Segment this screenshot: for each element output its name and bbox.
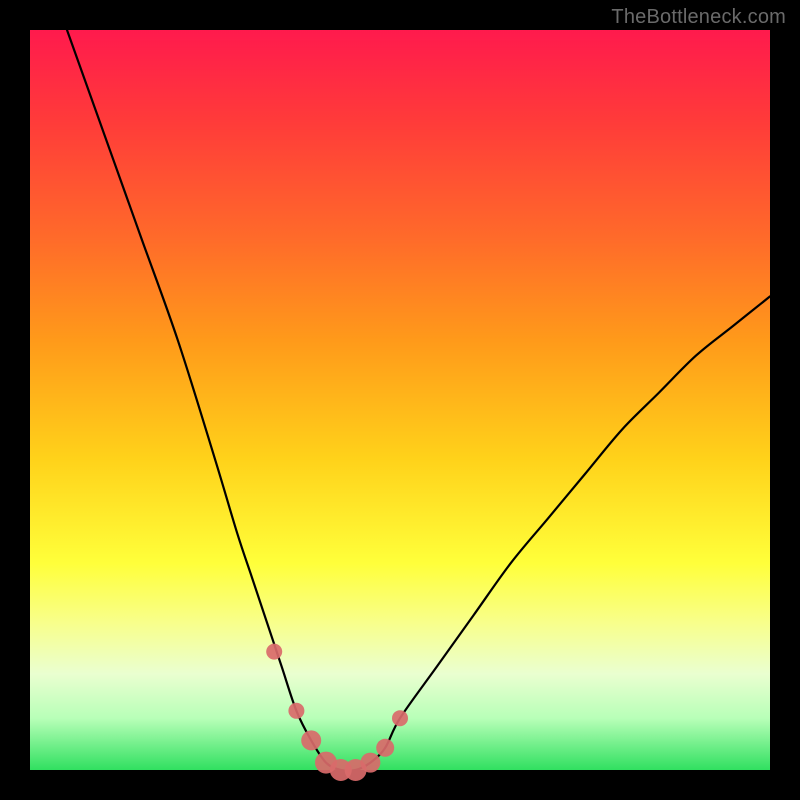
bottleneck-curve bbox=[67, 30, 770, 771]
plot-area bbox=[30, 30, 770, 770]
marker-point bbox=[266, 644, 282, 660]
marker-point bbox=[376, 739, 394, 757]
marker-point bbox=[392, 710, 408, 726]
chart-svg bbox=[30, 30, 770, 770]
marker-point bbox=[288, 703, 304, 719]
attribution-label: TheBottleneck.com bbox=[611, 6, 786, 29]
chart-frame: TheBottleneck.com bbox=[0, 0, 800, 800]
marker-group bbox=[266, 644, 408, 781]
marker-point bbox=[301, 730, 321, 750]
marker-point bbox=[360, 753, 380, 773]
